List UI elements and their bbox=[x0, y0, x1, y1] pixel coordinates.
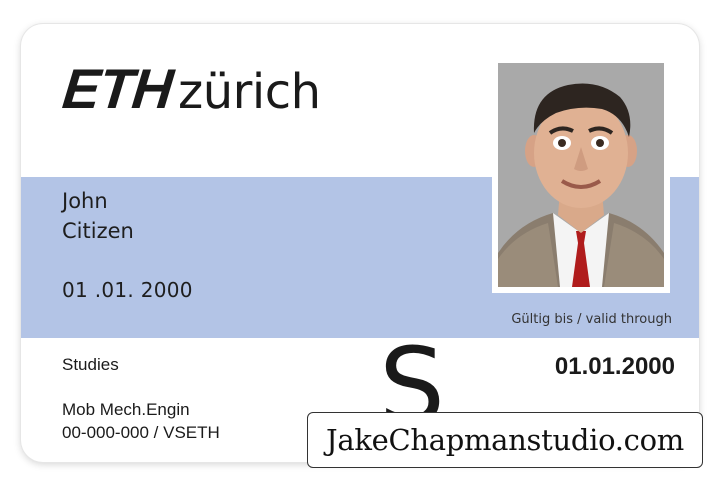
holder-last-name: Citizen bbox=[62, 219, 134, 243]
student-id-card: ETH zürich John Citizen 01 .01. 2000 Gül… bbox=[21, 24, 699, 462]
holder-first-name: John bbox=[62, 189, 108, 213]
watermark-label: JakeChapmanstudio.com bbox=[307, 412, 703, 468]
valid-through-label: Gültig bis / valid through bbox=[511, 312, 672, 327]
eth-zurich-logo: ETH zürich bbox=[59, 57, 321, 120]
portrait-photo bbox=[498, 63, 664, 287]
portrait-illustration bbox=[498, 63, 664, 287]
holder-birth-date: 01 .01. 2000 bbox=[62, 278, 193, 302]
student-number: 00-000-000 / VSETH bbox=[62, 423, 220, 442]
studies-label: Studies bbox=[62, 355, 119, 374]
photo-frame bbox=[492, 57, 670, 293]
valid-through-date: 01.01.2000 bbox=[554, 353, 675, 380]
screen: ETH zürich John Citizen 01 .01. 2000 Gül… bbox=[0, 0, 720, 485]
logo-eth-text: ETH bbox=[59, 57, 176, 120]
study-program: Mob Mech.Engin bbox=[62, 400, 190, 419]
logo-zurich-text: zürich bbox=[178, 64, 321, 120]
